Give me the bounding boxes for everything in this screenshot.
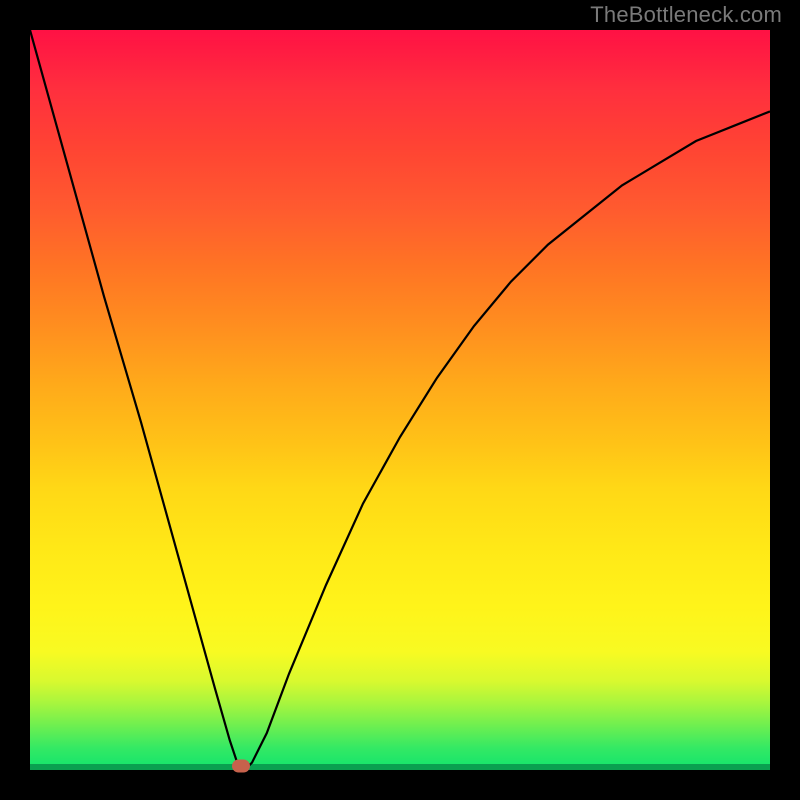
watermark-text: TheBottleneck.com: [590, 2, 782, 28]
optimal-point-marker: [232, 760, 250, 773]
curve-path: [30, 30, 770, 770]
bottleneck-curve: [30, 30, 770, 770]
chart-frame: TheBottleneck.com: [0, 0, 800, 800]
